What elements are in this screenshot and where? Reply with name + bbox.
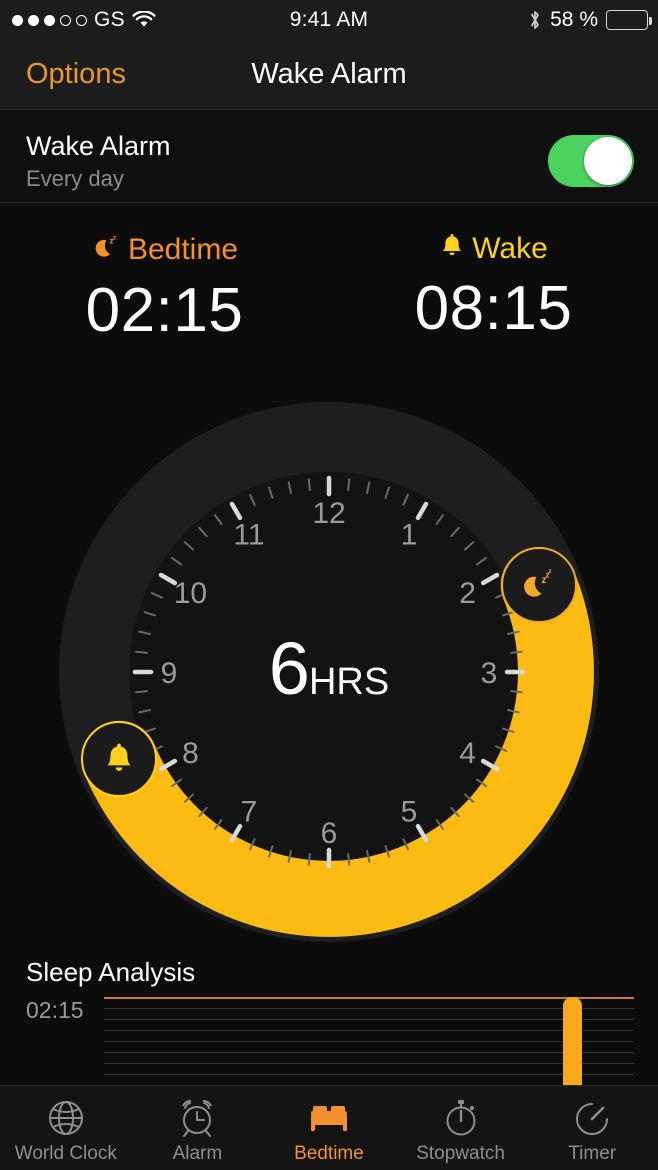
tab-stopwatch[interactable]: Stopwatch <box>395 1086 527 1170</box>
wake-label-row: Wake <box>329 232 658 266</box>
chart-gridline <box>104 1063 634 1064</box>
wake-alarm-subtitle: Every day <box>26 166 124 192</box>
tab-bar[interactable]: World Clock Alarm Bedtime Stopwatch Timer <box>0 1085 658 1170</box>
status-bar: GS 9:41 AM 58 % <box>0 0 658 40</box>
nav-bar: Options Wake Alarm <box>0 40 658 110</box>
stopwatch-icon <box>439 1096 483 1140</box>
bedtime-value: 02:15 <box>85 276 244 345</box>
wake-alarm-toggle[interactable] <box>548 135 634 187</box>
battery-percent-label: 58 % <box>550 8 598 31</box>
wake-value: 08:15 <box>414 274 573 343</box>
dial-tick-minor <box>347 478 351 492</box>
battery-icon <box>606 10 652 30</box>
moon-zzz-icon: z z z <box>523 569 551 597</box>
svg-text:z: z <box>113 236 116 242</box>
bell-icon <box>439 232 465 266</box>
chart-top-gridline <box>104 997 634 999</box>
chart-gridline <box>104 1041 634 1042</box>
dial-tick-minor <box>307 478 311 492</box>
toggle-knob <box>584 137 632 185</box>
sleep-analysis-section[interactable]: Sleep Analysis 02:15 <box>0 945 658 1086</box>
bed-icon <box>306 1096 352 1140</box>
svg-text:z: z <box>548 569 551 575</box>
bedtime-handle[interactable]: z z z <box>500 547 577 624</box>
dial-hour-number: 3 <box>481 657 498 690</box>
page-title: Wake Alarm <box>251 58 407 90</box>
tab-bedtime[interactable]: Bedtime <box>263 1086 395 1170</box>
dial-hour-number: 9 <box>161 657 178 690</box>
wake-label: Wake <box>472 232 548 265</box>
sleep-analysis-title: Sleep Analysis <box>26 957 196 987</box>
tab-world-clock[interactable]: World Clock <box>0 1086 132 1170</box>
chart-gridline <box>104 1019 634 1020</box>
wake-column[interactable]: Wake 08:15 <box>329 232 658 340</box>
wake-alarm-row[interactable]: Wake Alarm Every day <box>0 111 658 203</box>
dial-hour-number: 10 <box>174 577 207 610</box>
moon-zzz-icon: z z <box>91 232 121 268</box>
tab-label: Alarm <box>172 1142 223 1164</box>
globe-icon <box>44 1096 88 1140</box>
dial-hour-number: 11 <box>233 518 264 551</box>
dial-graphic[interactable]: 121234567891011 <box>0 372 658 972</box>
dial-hour-number: 8 <box>182 737 199 770</box>
dial-hour-number: 6 <box>321 817 338 850</box>
sleep-analysis-axis-label: 02:15 <box>26 997 84 1023</box>
tab-label: Timer <box>568 1142 617 1164</box>
bedtime-column[interactable]: z z Bedtime 02:15 <box>0 232 329 342</box>
chart-gridline <box>104 1052 634 1053</box>
dial-hour-number: 1 <box>401 518 418 551</box>
sleep-analysis-chart[interactable] <box>104 997 634 1086</box>
status-bar-right: 58 % <box>528 8 652 32</box>
wake-alarm-row-texts: Wake Alarm Every day <box>26 131 171 192</box>
dial-tick-minor <box>509 690 523 694</box>
bedtime-label-row: z z Bedtime <box>0 232 329 268</box>
timer-icon <box>570 1096 614 1140</box>
wake-alarm-title: Wake Alarm <box>26 131 171 161</box>
tab-alarm[interactable]: Alarm <box>132 1086 264 1170</box>
alarm-clock-icon <box>175 1096 219 1140</box>
bluetooth-icon <box>528 9 542 31</box>
bell-icon <box>107 743 131 771</box>
dial-hour-number: 2 <box>459 577 476 610</box>
tab-label: Bedtime <box>294 1142 364 1164</box>
dial-hour-number: 4 <box>459 737 476 770</box>
chart-gridline <box>104 1008 634 1009</box>
chart-gridline <box>104 1074 634 1075</box>
dial-hour-number: 5 <box>401 796 418 829</box>
dial-tick-minor <box>509 650 523 654</box>
bedtime-label: Bedtime <box>127 233 239 266</box>
wake-handle[interactable] <box>81 720 158 797</box>
dial-tick-minor <box>135 650 149 654</box>
dial-hour-number: 12 <box>312 497 345 530</box>
bedtime-dial[interactable]: 12 1 2 3 4 5 6 7 8 9 10 11 6 HRS z z z <box>0 372 658 972</box>
dial-tick-minor <box>307 852 311 866</box>
times-header: z z Bedtime 02:15 Wake 08:15 <box>0 232 658 362</box>
tab-label: Stopwatch <box>416 1142 505 1164</box>
chart-gridline <box>104 1030 634 1031</box>
tab-timer[interactable]: Timer <box>526 1086 658 1170</box>
sleep-bar <box>563 997 582 1085</box>
dial-tick-minor <box>347 852 351 866</box>
dial-hour-number: 7 <box>241 796 258 829</box>
tab-label: World Clock <box>14 1142 117 1164</box>
dial-tick-minor <box>135 690 149 694</box>
